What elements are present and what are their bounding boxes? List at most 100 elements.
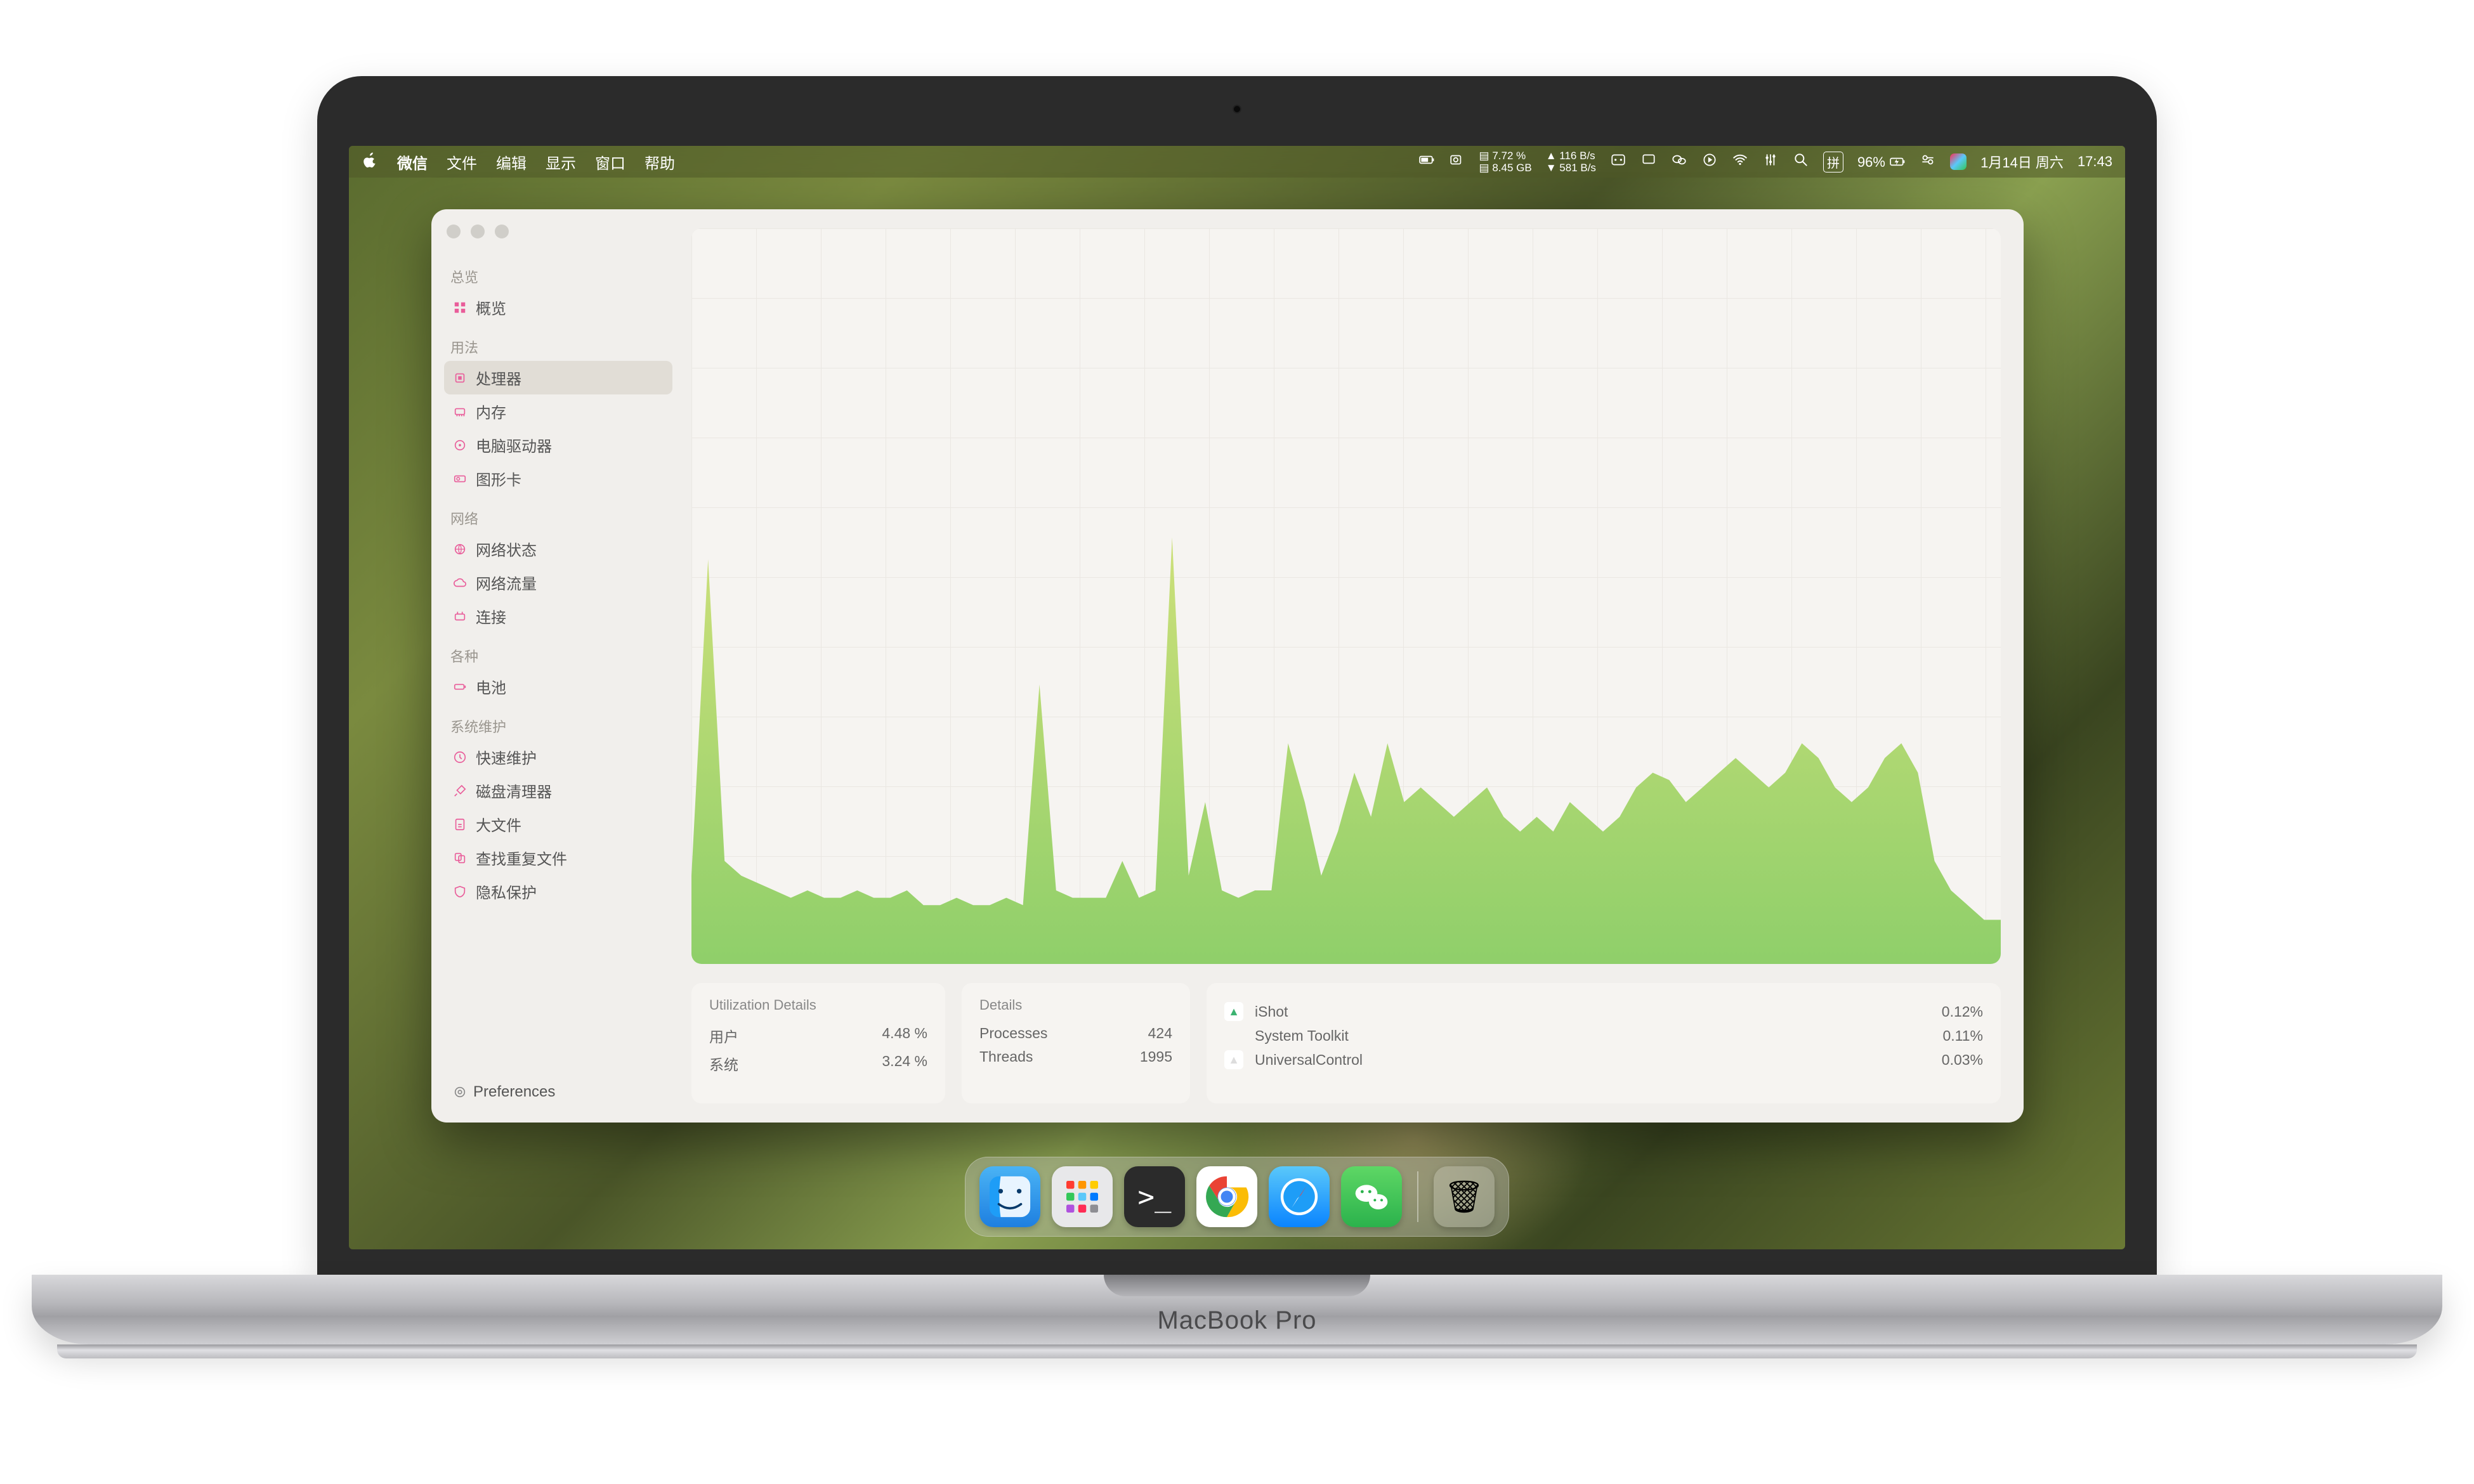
- process-pct: 0.03%: [1942, 1051, 1983, 1069]
- memory-icon: [453, 405, 467, 419]
- process-name: UniversalControl: [1255, 1051, 1930, 1069]
- globe-icon: [453, 542, 467, 556]
- process-row: ▲iShot0.12%: [1224, 1002, 1983, 1021]
- process-icon: ▲: [1224, 1050, 1243, 1069]
- sidebar-item-label: 查找重复文件: [476, 847, 567, 869]
- stats-panels: Utilization Details 用户4.48 % 系统3.24 % De…: [691, 983, 2001, 1103]
- utilization-panel: Utilization Details 用户4.48 % 系统3.24 %: [691, 983, 945, 1103]
- sidebar-item-label: 大文件: [476, 813, 521, 835]
- process-pct: 0.11%: [1942, 1027, 1983, 1045]
- sidebar-item-disk[interactable]: 电脑驱动器: [444, 428, 672, 462]
- sidebar-item-label: 网络状态: [476, 538, 537, 560]
- menu-edit[interactable]: 编辑: [496, 151, 527, 173]
- sidebar-section-header: 用法: [450, 337, 672, 357]
- shield-icon: [453, 885, 467, 899]
- sidebar-item-label: 快速维护: [476, 746, 537, 768]
- dock-app-terminal[interactable]: >_: [1124, 1166, 1185, 1227]
- bolt-icon: [453, 750, 467, 764]
- laptop-notch: [1104, 1275, 1370, 1296]
- cpu-ram-stat[interactable]: ▤ 7.72 % ▤ 8.45 GB: [1479, 150, 1532, 173]
- sidebar-item-label: 网络流量: [476, 571, 537, 594]
- cpu-chart: [691, 228, 2001, 964]
- app-name[interactable]: 微信: [397, 151, 428, 173]
- gpu-icon: [453, 472, 467, 486]
- apple-menu-icon[interactable]: [362, 152, 378, 172]
- sidebar-item-label: 处理器: [476, 367, 521, 389]
- tray-icon-sliders[interactable]: [1762, 152, 1779, 172]
- sidebar-section-header: 网络: [450, 508, 672, 528]
- tray-icon-1[interactable]: [1610, 152, 1626, 172]
- ime-indicator[interactable]: 拼: [1823, 152, 1843, 172]
- menu-window[interactable]: 窗口: [595, 151, 625, 173]
- menu-file[interactable]: 文件: [447, 151, 477, 173]
- process-name: iShot: [1255, 1003, 1930, 1020]
- battery-icon: [453, 680, 467, 694]
- dock-app-safari[interactable]: [1269, 1166, 1330, 1227]
- tray-icon-play[interactable]: [1701, 152, 1718, 172]
- siri-icon[interactable]: [1950, 153, 1967, 170]
- clock-time[interactable]: 17:43: [2078, 153, 2112, 170]
- grid-icon: [453, 301, 467, 315]
- sidebar-item-cloud[interactable]: 网络流量: [444, 566, 672, 599]
- sidebar: 总览概览用法处理器内存电脑驱动器图形卡网络网络状态网络流量连接各种电池系统维护快…: [431, 209, 685, 1123]
- tray-icon-2[interactable]: [1640, 152, 1657, 172]
- sidebar-item-label: 电池: [476, 675, 506, 698]
- control-center-icon[interactable]: [1920, 152, 1936, 172]
- sidebar-item-label: 磁盘清理器: [476, 779, 552, 802]
- sidebar-item-label: 连接: [476, 605, 506, 627]
- sidebar-item-label: 图形卡: [476, 467, 521, 490]
- disk-icon: [453, 438, 467, 452]
- dock: >_ 🗑: [965, 1157, 1509, 1237]
- dock-separator: [1417, 1171, 1418, 1222]
- laptop-frame: 微信 文件 编辑 显示 窗口 帮助 ▤ 7.72 % ▤ 8.45 GB ▲ 1…: [32, 63, 2442, 1427]
- sidebar-item-plug[interactable]: 连接: [444, 599, 672, 633]
- gear-icon: [453, 1085, 467, 1099]
- dock-app-finder[interactable]: [979, 1166, 1040, 1227]
- menubar-right: ▤ 7.72 % ▤ 8.45 GB ▲ 116 B/s ▼ 581 B/s 拼…: [1418, 150, 2112, 173]
- camera-status-icon[interactable]: [1449, 152, 1465, 172]
- dock-app-launchpad[interactable]: [1052, 1166, 1113, 1227]
- menubar-left: 微信 文件 编辑 显示 窗口 帮助: [362, 151, 675, 173]
- network-stat[interactable]: ▲ 116 B/s ▼ 581 B/s: [1546, 150, 1596, 173]
- sidebar-item-bigfile[interactable]: 大文件: [444, 807, 672, 841]
- laptop-brand-label: MacBook Pro: [1157, 1306, 1316, 1335]
- dock-app-wechat[interactable]: [1341, 1166, 1402, 1227]
- details-panel: Details Processes424 Threads1995: [962, 983, 1190, 1103]
- sidebar-item-grid[interactable]: 概览: [444, 290, 672, 324]
- menu-help[interactable]: 帮助: [645, 151, 675, 173]
- battery-icon[interactable]: [1418, 152, 1435, 172]
- dupe-icon: [453, 851, 467, 865]
- process-row: ▲ UniversalControl 0.03%: [1224, 1050, 1983, 1069]
- dock-app-chrome[interactable]: [1196, 1166, 1257, 1227]
- preferences-button[interactable]: Preferences: [444, 1074, 672, 1110]
- desktop: 微信 文件 编辑 显示 窗口 帮助 ▤ 7.72 % ▤ 8.45 GB ▲ 1…: [349, 146, 2125, 1249]
- cpu-icon: [453, 371, 467, 385]
- sidebar-item-gpu[interactable]: 图形卡: [444, 462, 672, 495]
- clock-date[interactable]: 1月14日 周六: [1980, 152, 2064, 172]
- spotlight-icon[interactable]: [1793, 152, 1809, 172]
- sidebar-item-battery[interactable]: 电池: [444, 670, 672, 703]
- laptop-foot: [57, 1344, 2417, 1358]
- dock-trash[interactable]: 🗑: [1434, 1166, 1495, 1227]
- sidebar-item-globe[interactable]: 网络状态: [444, 532, 672, 566]
- window-traffic-lights[interactable]: [447, 225, 509, 238]
- sidebar-item-label: 隐私保护: [476, 880, 537, 902]
- process-row: ▲System Toolkit0.11%: [1224, 1026, 1983, 1045]
- sidebar-section-header: 各种: [450, 646, 672, 666]
- sidebar-item-label: 概览: [476, 296, 506, 318]
- sidebar-item-shield[interactable]: 隐私保护: [444, 875, 672, 908]
- sidebar-item-bolt[interactable]: 快速维护: [444, 740, 672, 774]
- sidebar-item-cpu[interactable]: 处理器: [444, 361, 672, 394]
- battery-percent[interactable]: 96%: [1857, 153, 1906, 171]
- sidebar-item-dupe[interactable]: 查找重复文件: [444, 841, 672, 875]
- sidebar-section-header: 总览: [450, 266, 672, 287]
- plug-icon: [453, 609, 467, 623]
- wifi-icon[interactable]: [1732, 152, 1748, 172]
- menubar: 微信 文件 编辑 显示 窗口 帮助 ▤ 7.72 % ▤ 8.45 GB ▲ 1…: [349, 146, 2125, 178]
- sidebar-item-memory[interactable]: 内存: [444, 394, 672, 428]
- process-icon: ▲: [1224, 1026, 1243, 1045]
- tray-icon-wechat[interactable]: [1671, 152, 1687, 172]
- sidebar-item-broom[interactable]: 磁盘清理器: [444, 774, 672, 807]
- broom-icon: [453, 784, 467, 798]
- menu-view[interactable]: 显示: [546, 151, 576, 173]
